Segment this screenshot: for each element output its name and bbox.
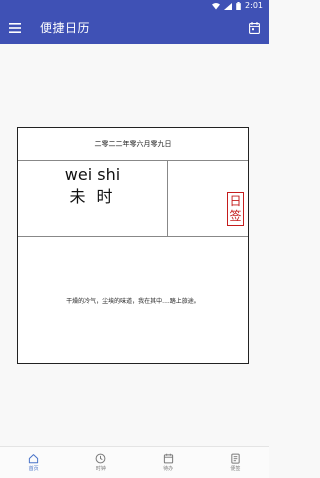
tab-notes[interactable]: 便签: [202, 447, 269, 478]
calendar-icon: [248, 22, 260, 34]
status-icons: 2:01: [212, 0, 263, 12]
tab-clock-label: 时钟: [95, 466, 106, 472]
battery-icon: [236, 2, 241, 10]
tab-todo-label: 待办: [163, 466, 174, 472]
app-bar: 便捷日历: [0, 12, 269, 44]
daily-sign-stamp[interactable]: 日 签: [227, 192, 244, 226]
tab-notes-label: 便签: [230, 466, 241, 472]
clock-icon: [95, 453, 106, 464]
date-text: 二零二二年零六月零九日: [18, 128, 248, 161]
hour-hanzi: 未 时: [69, 187, 116, 206]
status-time: 2:01: [245, 1, 263, 10]
chinese-hour-cell: wei shi 未 时: [18, 161, 168, 236]
tab-clock[interactable]: 时钟: [67, 447, 134, 478]
todo-icon: [163, 453, 173, 464]
menu-button[interactable]: [6, 19, 24, 37]
daily-quote: 干燥的冷气，尘埃的味道，我在其中....踏上旅途。: [66, 298, 200, 305]
tab-todo[interactable]: 待办: [135, 447, 202, 478]
signal-icon: [224, 2, 233, 10]
home-icon: [28, 454, 39, 464]
almanac-card: 二零二二年零六月零九日 wei shi 未 时 日 签 干燥的冷气，尘埃的味道，…: [17, 127, 249, 364]
tab-home[interactable]: 首页: [0, 447, 67, 478]
app-title: 便捷日历: [40, 21, 91, 35]
hamburger-menu-icon: [9, 23, 21, 33]
note-icon: [231, 453, 240, 464]
tab-home-label: 首页: [28, 466, 39, 472]
hour-pinyin: wei shi: [64, 165, 121, 184]
wifi-icon: [212, 2, 221, 9]
bottom-nav: 首页 时钟 待办 便签: [0, 446, 269, 478]
calendar-button[interactable]: [245, 19, 263, 37]
stamp-char: 日: [229, 194, 242, 208]
almanac-middle-row: wei shi 未 时: [18, 161, 248, 237]
status-bar: 2:01: [0, 0, 269, 12]
stamp-char: 签: [229, 209, 242, 223]
